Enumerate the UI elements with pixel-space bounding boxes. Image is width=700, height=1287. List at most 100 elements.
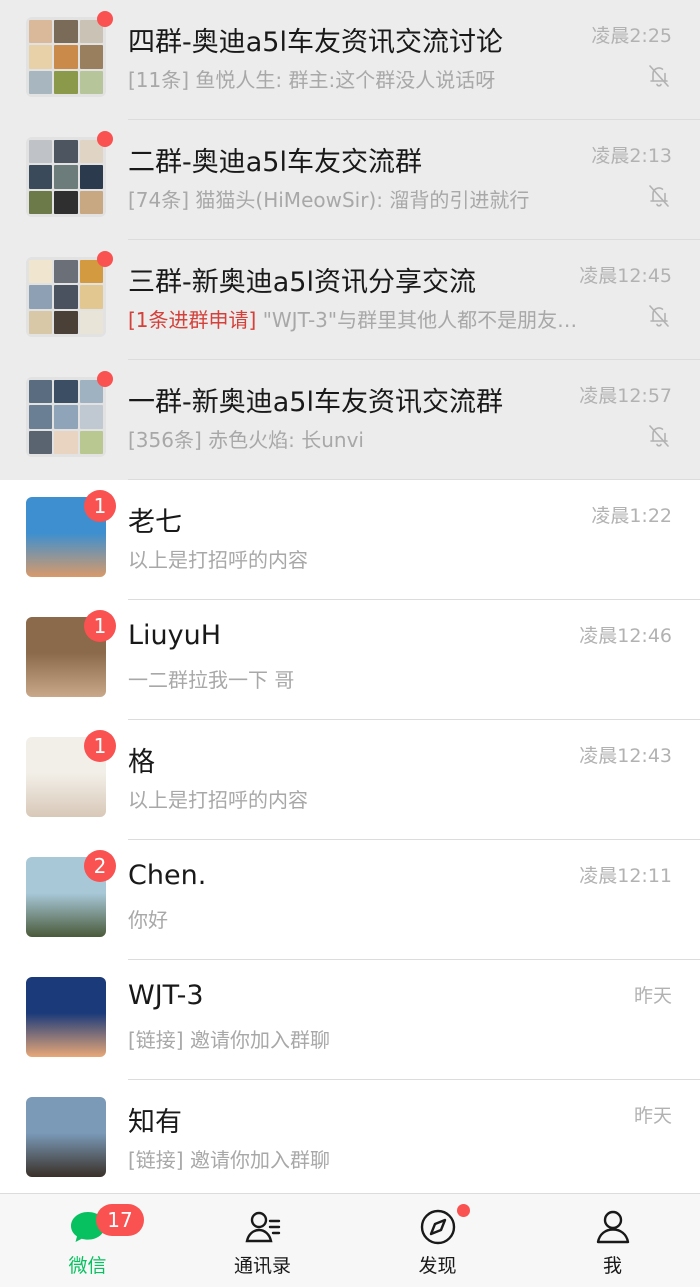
chat-row[interactable]: 一群-新奥迪a5l车友资讯交流群 凌晨12:57 [356条] 赤色火焰: 长unv… <box>0 360 700 480</box>
chat-time: 凌晨12:57 <box>579 385 672 407</box>
avatar-tile <box>29 140 53 164</box>
tab-badge: 17 <box>96 1204 144 1236</box>
chat-name: 四群-奥迪a5l车友资讯交流讨论 <box>128 27 503 58</box>
chat-row[interactable]: 三群-新奥迪a5l资讯分享交流 凌晨12:45 [1条进群申请] "WJT-3"与群… <box>0 240 700 360</box>
avatar-tile <box>79 405 103 429</box>
avatar-tile <box>29 380 53 404</box>
chat-name: 一群-新奥迪a5l车友资讯交流群 <box>128 387 503 418</box>
chat-preview: [11条] 鱼悦人生: 群主:这个群没人说话呀 <box>128 64 616 93</box>
unread-dot <box>97 371 113 387</box>
avatar-tile <box>29 190 53 214</box>
chat-preview: 你好 <box>128 904 616 933</box>
unread-badge: 1 <box>84 490 116 522</box>
mute-bell-icon <box>649 305 669 327</box>
avatar-tile <box>79 430 103 454</box>
chat-preview: [356条] 赤色火焰: 长unvi <box>128 424 616 453</box>
preview-text: 你好 <box>128 908 168 932</box>
bottom-tab-bar: 17 微信 通讯录 发现 我 <box>0 1193 700 1287</box>
group-avatar <box>26 257 106 337</box>
avatar-tile <box>29 430 53 454</box>
unread-badge: 1 <box>84 730 116 762</box>
avatar-tile <box>54 310 78 334</box>
chat-row[interactable]: 知有 昨天 [链接] 邀请你加入群聊 <box>0 1080 700 1200</box>
avatar-tile <box>54 165 78 189</box>
chat-row[interactable]: 1 LiuyuH 凌晨12:46 一二群拉我一下 哥 <box>0 600 700 720</box>
preview-text: [11条] 鱼悦人生: 群主:这个群没人说话呀 <box>128 68 496 92</box>
avatar-tile <box>54 260 78 284</box>
avatar-tile <box>54 20 78 44</box>
chat-row[interactable]: WJT-3 昨天 [链接] 邀请你加入群聊 <box>0 960 700 1080</box>
tab-label: 我 <box>602 1255 622 1277</box>
avatar-tile <box>54 405 78 429</box>
chat-time: 凌晨2:13 <box>591 145 672 167</box>
chat-name: LiuyuH <box>128 620 222 651</box>
chat-time: 昨天 <box>633 1105 672 1127</box>
group-avatar <box>26 377 106 457</box>
unread-badge: 1 <box>84 610 116 642</box>
chat-name: 三群-新奥迪a5l资讯分享交流 <box>128 267 476 298</box>
preview-text: 以上是打招呼的内容 <box>128 788 308 812</box>
chat-time: 凌晨12:46 <box>579 625 672 647</box>
chat-row[interactable]: 1 格 凌晨12:43 以上是打招呼的内容 <box>0 720 700 840</box>
chat-row[interactable]: 四群-奥迪a5l车友资讯交流讨论 凌晨2:25 [11条] 鱼悦人生: 群主:这个群… <box>0 0 700 120</box>
avatar-tile <box>54 45 78 69</box>
avatar-tile <box>29 405 53 429</box>
chat-preview: [1条进群申请] "WJT-3"与群里其他人都不是朋友… <box>128 304 616 333</box>
compass-icon <box>420 1209 455 1245</box>
avatar-tile <box>54 70 78 94</box>
chat-row[interactable]: 1 老七 凌晨1:22 以上是打招呼的内容 <box>0 480 700 600</box>
avatar <box>26 977 106 1057</box>
chat-time: 凌晨1:22 <box>591 505 672 527</box>
avatar-tile <box>54 190 78 214</box>
chat-preview: [链接] 邀请你加入群聊 <box>128 1024 616 1053</box>
chat-row[interactable]: 2 Chen. 凌晨12:11 你好 <box>0 840 700 960</box>
person-icon <box>596 1210 629 1244</box>
chat-name: 二群-奥迪a5l车友交流群 <box>128 147 422 178</box>
avatar-tile <box>29 70 53 94</box>
group-avatar <box>26 17 106 97</box>
chat-time: 昨天 <box>633 985 672 1007</box>
chat-name: WJT-3 <box>128 980 204 1011</box>
avatar-tile <box>29 165 53 189</box>
avatar-tile <box>54 140 78 164</box>
chat-list: 四群-奥迪a5l车友资讯交流讨论 凌晨2:25 [11条] 鱼悦人生: 群主:这个群… <box>0 0 700 1200</box>
avatar-tile <box>29 260 53 284</box>
chat-time: 凌晨12:11 <box>579 865 672 887</box>
chat-time: 凌晨2:25 <box>591 25 672 47</box>
preview-text: [链接] 邀请你加入群聊 <box>128 1148 330 1172</box>
tab-discover[interactable]: 发现 <box>350 1194 525 1287</box>
tab-contacts[interactable]: 通讯录 <box>175 1194 350 1287</box>
avatar-tile <box>79 190 103 214</box>
avatar-tile <box>79 70 103 94</box>
join-request-label: [1条进群申请] <box>128 308 257 332</box>
chat-time: 凌晨12:43 <box>579 745 672 767</box>
chat-row[interactable]: 二群-奥迪a5l车友交流群 凌晨2:13 [74条] 猫猫头(HiMeowSir):… <box>0 120 700 240</box>
chat-preview: 一二群拉我一下 哥 <box>128 664 616 693</box>
avatar-tile <box>79 45 103 69</box>
chat-preview: [74条] 猫猫头(HiMeowSir): 溜背的引进就行 <box>128 184 616 213</box>
avatar <box>26 1097 106 1177</box>
contacts-icon <box>245 1211 280 1243</box>
tab-wechat[interactable]: 17 微信 <box>0 1194 175 1287</box>
tab-me[interactable]: 我 <box>525 1194 700 1287</box>
preview-text: [74条] 猫猫头(HiMeowSir): 溜背的引进就行 <box>128 188 530 212</box>
group-avatar <box>26 137 106 217</box>
avatar-tile <box>79 165 103 189</box>
tab-label: 通讯录 <box>233 1255 291 1277</box>
avatar-tile <box>29 285 53 309</box>
chat-name: Chen. <box>128 860 207 891</box>
tab-dot <box>457 1204 470 1217</box>
preview-text: "WJT-3"与群里其他人都不是朋友… <box>256 308 578 332</box>
chat-name: 老七 <box>128 507 182 538</box>
chat-time: 凌晨12:45 <box>579 265 672 287</box>
avatar-tile <box>54 430 78 454</box>
mute-bell-icon <box>649 185 669 207</box>
unread-dot <box>97 131 113 147</box>
unread-badge: 2 <box>84 850 116 882</box>
tab-label: 发现 <box>418 1255 457 1277</box>
avatar-tile <box>54 380 78 404</box>
preview-text: 以上是打招呼的内容 <box>128 548 308 572</box>
preview-text: [链接] 邀请你加入群聊 <box>128 1028 330 1052</box>
chat-preview: 以上是打招呼的内容 <box>128 784 616 813</box>
chat-name: 知有 <box>128 1107 182 1138</box>
